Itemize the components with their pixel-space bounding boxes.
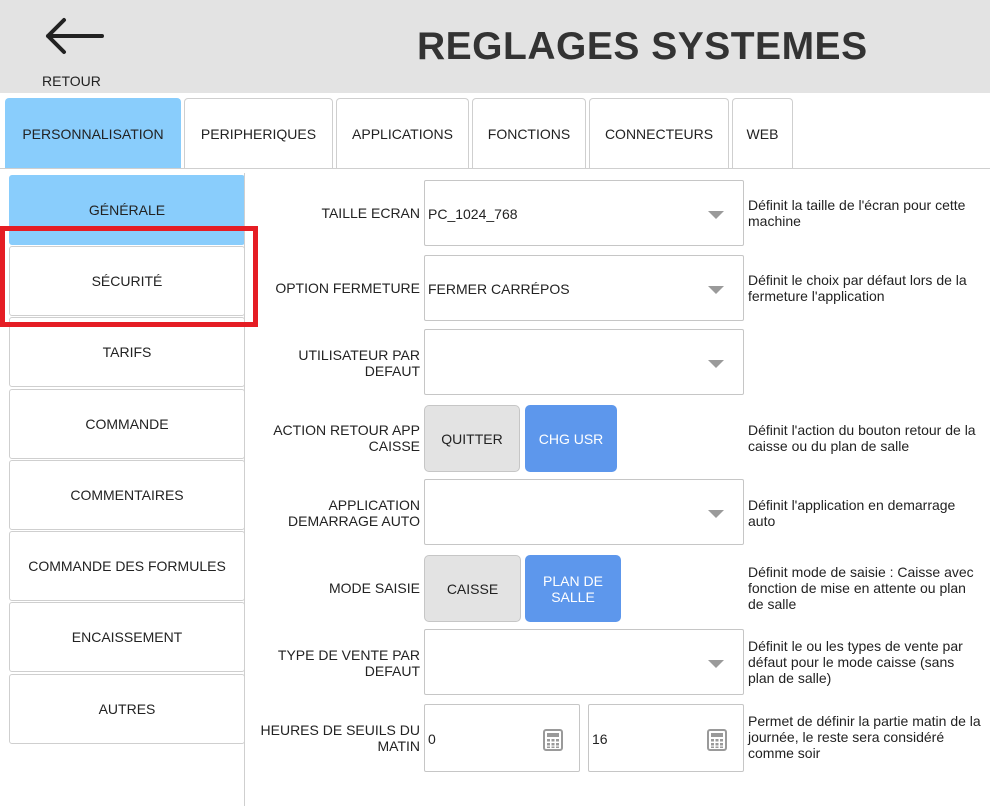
sidebar-border — [244, 173, 245, 806]
top-bar: RETOUR REGLAGES SYSTEMES — [0, 0, 990, 93]
back-label: RETOUR — [42, 73, 101, 89]
tab-web[interactable]: WEB — [732, 98, 793, 169]
caisse-button[interactable]: CAISSE — [424, 555, 521, 622]
taille-ecran-select[interactable]: PC_1024_768 — [424, 180, 744, 246]
sidebar: GÉNÉRALE SÉCURITÉ TARIFS COMMANDE COMMEN… — [0, 169, 245, 806]
application-demarrage-label: APPLICATION DEMARRAGE AUTO — [288, 497, 420, 529]
sidebar-item-commentaires[interactable]: COMMENTAIRES — [9, 460, 245, 530]
tab-peripheriques[interactable]: PERIPHERIQUES — [184, 98, 333, 169]
option-fermeture-desc: Définit le choix par défaut lors de la f… — [748, 272, 967, 304]
option-fermeture-label: OPTION FERMETURE — [275, 280, 420, 296]
type-vente-select[interactable] — [424, 629, 744, 695]
arrow-left-icon — [46, 18, 104, 54]
action-retour-label: ACTION RETOUR APP CAISSE — [273, 422, 420, 454]
heure-fin-value: 16 — [592, 731, 608, 747]
tab-applications[interactable]: APPLICATIONS — [336, 98, 469, 169]
heure-debut-value: 0 — [428, 731, 436, 747]
taille-ecran-desc: Définit la taille de l'écran pour cette … — [748, 197, 966, 229]
heure-debut-input[interactable]: 0 — [424, 704, 580, 772]
sidebar-item-generale[interactable]: GÉNÉRALE — [9, 175, 245, 245]
type-vente-label: TYPE DE VENTE PAR DEFAUT — [277, 647, 420, 679]
application-demarrage-desc: Définit l'application en demarrage auto — [748, 497, 956, 529]
chg-usr-button[interactable]: CHG USR — [525, 405, 617, 472]
option-fermeture-value: FERMER CARRÉPOS — [428, 281, 570, 297]
heure-fin-input[interactable]: 16 — [588, 704, 744, 772]
sidebar-item-tarifs[interactable]: TARIFS — [9, 317, 245, 387]
type-vente-desc: Définit le ou les types de vente par déf… — [748, 638, 963, 686]
tab-personnalisation[interactable]: PERSONNALISATION — [5, 98, 181, 169]
chevron-down-icon — [708, 286, 724, 294]
chevron-down-icon — [708, 510, 724, 518]
plan-de-salle-button[interactable]: PLAN DE SALLE — [525, 555, 621, 622]
mode-saisie-desc: Définit mode de saisie : Caisse avec fon… — [748, 564, 974, 612]
utilisateur-defaut-label: UTILISATEUR PAR DEFAUT — [298, 347, 420, 379]
tab-connecteurs[interactable]: CONNECTEURS — [589, 98, 729, 169]
application-demarrage-select[interactable] — [424, 479, 744, 545]
sidebar-item-commande-des-formules[interactable]: COMMANDE DES FORMULES — [9, 531, 245, 601]
tab-bar: PERSONNALISATION PERIPHERIQUES APPLICATI… — [0, 93, 990, 169]
chevron-down-icon — [708, 660, 724, 668]
sidebar-item-commande[interactable]: COMMANDE — [9, 389, 245, 459]
page-title: REGLAGES SYSTEMES — [417, 25, 868, 68]
calculator-icon[interactable] — [543, 729, 563, 751]
taille-ecran-label: TAILLE ECRAN — [321, 205, 420, 221]
chevron-down-icon — [708, 360, 724, 368]
option-fermeture-select[interactable]: FERMER CARRÉPOS — [424, 255, 744, 321]
heures-seuils-label: HEURES DE SEUILS DU MATIN — [260, 722, 420, 754]
utilisateur-defaut-select[interactable] — [424, 329, 744, 395]
mode-saisie-label: MODE SAISIE — [328, 580, 420, 596]
chevron-down-icon — [708, 211, 724, 219]
action-retour-desc: Définit l'action du bouton retour de la … — [748, 422, 976, 454]
sidebar-item-autres[interactable]: AUTRES — [9, 674, 245, 744]
sidebar-item-encaissement[interactable]: ENCAISSEMENT — [9, 602, 245, 672]
tab-fonctions[interactable]: FONCTIONS — [472, 98, 586, 169]
quitter-button[interactable]: QUITTER — [424, 405, 520, 472]
back-button[interactable]: RETOUR — [40, 14, 110, 90]
taille-ecran-value: PC_1024_768 — [428, 206, 518, 222]
heures-seuils-desc: Permet de définir la partie matin de la … — [748, 713, 981, 761]
sidebar-item-securite[interactable]: SÉCURITÉ — [9, 246, 245, 316]
calculator-icon[interactable] — [707, 729, 727, 751]
